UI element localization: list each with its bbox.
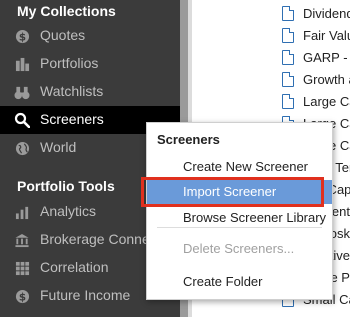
list-item[interactable]: Large Ca bbox=[282, 90, 350, 112]
document-icon bbox=[282, 5, 294, 21]
create-new-screener-item[interactable]: Create New Screener bbox=[147, 155, 332, 179]
svg-text:$: $ bbox=[18, 31, 25, 43]
sidebar-item-label: World bbox=[40, 139, 77, 155]
list-item-label: Growth a bbox=[303, 71, 350, 87]
sidebar-item-label: Portfolios bbox=[40, 55, 99, 71]
binoculars-icon bbox=[14, 84, 30, 100]
portfolio-tools-title: Portfolio Tools bbox=[17, 178, 115, 194]
sidebar-item-watchlists[interactable]: Watchlists bbox=[0, 78, 180, 106]
bar-chart-icon bbox=[14, 204, 30, 220]
document-icon bbox=[282, 49, 294, 65]
my-collections-title: My Collections bbox=[17, 3, 116, 19]
sidebar-item-label: Watchlists bbox=[40, 83, 104, 99]
sidebar-item-quotes[interactable]: $ Quotes bbox=[0, 22, 180, 50]
list-item-label: Large Ca bbox=[303, 93, 350, 109]
menu-header: Screeners bbox=[157, 132, 220, 147]
sidebar-item-label: Future Income bbox=[40, 287, 131, 303]
sidebar-item-label: Correlation bbox=[40, 259, 109, 275]
sidebar-item-portfolios[interactable]: Portfolios bbox=[0, 50, 180, 78]
screeners-context-menu: Screeners Create New Screener Import Scr… bbox=[146, 122, 333, 300]
menu-divider bbox=[157, 227, 322, 228]
list-item[interactable]: Dividend bbox=[282, 2, 350, 24]
document-icon bbox=[282, 27, 294, 43]
highlight-callout-box bbox=[141, 177, 324, 207]
list-item-label: Dividend bbox=[303, 5, 350, 21]
globe-icon bbox=[14, 140, 30, 156]
list-item-label: GARP - I bbox=[303, 49, 350, 65]
document-icon bbox=[282, 71, 294, 87]
svg-text:$: $ bbox=[18, 291, 25, 303]
list-item[interactable]: Fair Valu bbox=[282, 24, 350, 46]
sidebar-item-label: Quotes bbox=[40, 27, 86, 43]
search-icon bbox=[14, 112, 30, 128]
list-item-label: Fair Valu bbox=[303, 27, 350, 43]
dollar-circle-icon: $ bbox=[14, 28, 30, 44]
sidebar-item-label: Screeners bbox=[40, 111, 104, 127]
grid-icon bbox=[14, 260, 30, 276]
document-icon bbox=[282, 93, 294, 109]
bank-icon bbox=[14, 232, 30, 248]
create-folder-item[interactable]: Create Folder bbox=[147, 270, 332, 294]
portfolio-icon bbox=[14, 56, 30, 72]
list-item[interactable]: Growth a bbox=[282, 68, 350, 90]
list-item[interactable]: GARP - I bbox=[282, 46, 350, 68]
delete-screeners-item: Delete Screeners... bbox=[183, 241, 295, 256]
dollar-circle-icon: $ bbox=[14, 288, 30, 304]
sidebar-item-label: Brokerage Conne bbox=[40, 231, 150, 247]
sidebar-item-label: Analytics bbox=[40, 203, 97, 219]
